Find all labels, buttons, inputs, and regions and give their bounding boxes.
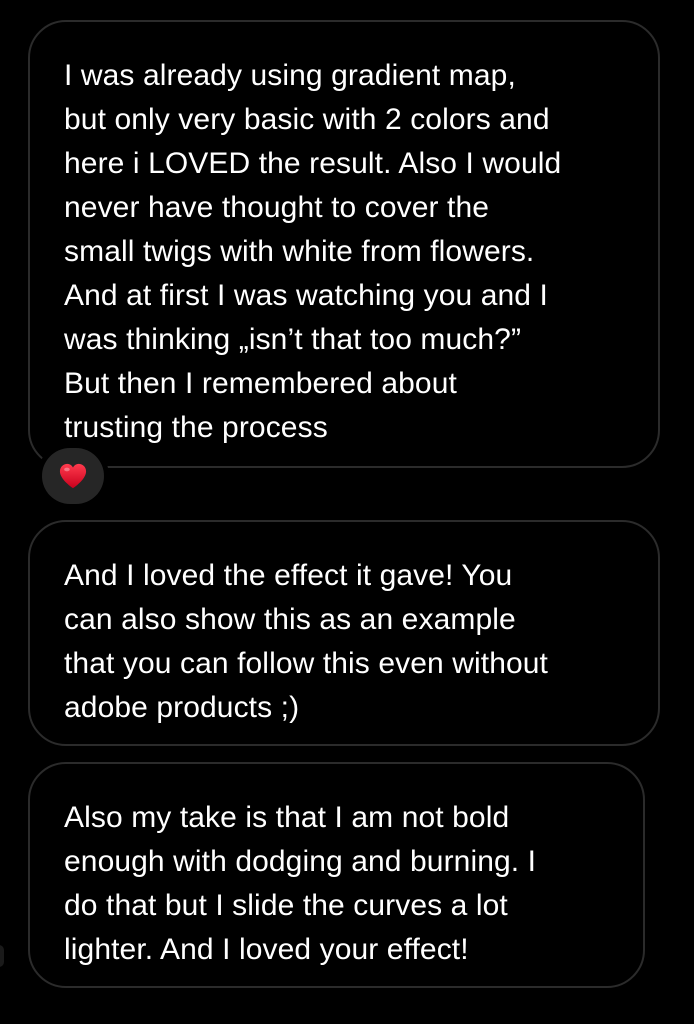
message-bubble-3[interactable]: Also my take is that I am not bold enoug…	[28, 762, 645, 988]
edge-indicator	[0, 945, 4, 967]
message-thread: I was already using gradient map, but on…	[0, 0, 694, 1024]
reaction-badge[interactable]	[42, 448, 104, 504]
message-bubble-1[interactable]: I was already using gradient map, but on…	[28, 20, 660, 468]
heart-icon	[59, 463, 87, 489]
message-bubble-2[interactable]: And I loved the effect it gave! You can …	[28, 520, 660, 746]
